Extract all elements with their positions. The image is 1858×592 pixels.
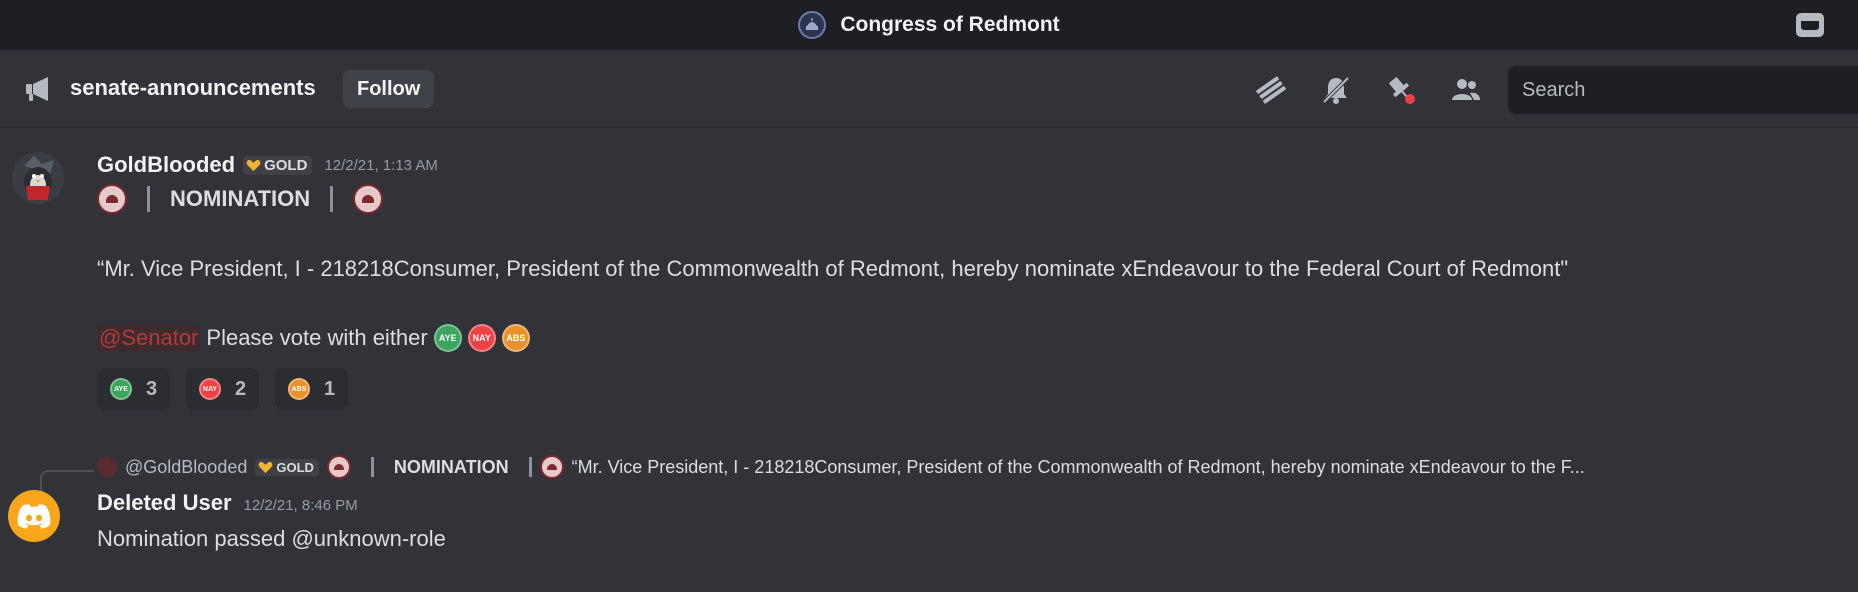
reply-snippet: “Mr. Vice President, I - 218218Consumer,… bbox=[571, 456, 1585, 477]
congress-seal-icon bbox=[326, 455, 351, 479]
heart-icon bbox=[259, 461, 273, 473]
message-text: Nomination passed @unknown-role bbox=[97, 526, 446, 551]
reaction-abs[interactable]: ABS 1 bbox=[275, 368, 349, 410]
message-deleted-user: Deleted User 12/2/21, 8:46 PM Nomination… bbox=[0, 480, 1858, 592]
congress-seal-icon bbox=[539, 455, 564, 479]
reply-avatar bbox=[97, 457, 117, 477]
reaction-count: 3 bbox=[146, 377, 158, 400]
reply-preview[interactable]: @GoldBlooded GOLD NOMINATION “Mr. Vice P… bbox=[97, 452, 1858, 482]
gold-tag[interactable]: GOLD bbox=[243, 155, 313, 175]
capitol-icon bbox=[798, 11, 827, 39]
message-goldblooded: GoldBlooded GOLD 12/2/21, 1:13 AM NOMINA… bbox=[0, 128, 1858, 428]
search-input[interactable]: Search bbox=[1508, 66, 1858, 114]
congress-seal-icon bbox=[353, 184, 384, 214]
avatar[interactable] bbox=[12, 152, 64, 204]
follow-button[interactable]: Follow bbox=[343, 70, 435, 108]
discord-logo-avatar[interactable] bbox=[8, 490, 60, 542]
divider bbox=[147, 186, 150, 212]
reply-author[interactable]: @GoldBlooded bbox=[125, 457, 247, 478]
reaction-count: 2 bbox=[235, 377, 247, 400]
tag-label: GOLD bbox=[264, 156, 308, 174]
congress-seal-icon bbox=[97, 184, 127, 214]
senator-mention[interactable]: @Senator bbox=[97, 325, 201, 351]
discord-icon bbox=[17, 504, 51, 529]
aye-badge-icon: AYE bbox=[433, 324, 462, 352]
window-titlebar: Congress of Redmont bbox=[0, 0, 1858, 50]
author-name[interactable]: GoldBlooded bbox=[97, 152, 235, 178]
announcement-megaphone-icon bbox=[26, 77, 48, 101]
channel-header: senate-announcements Follow Search bbox=[0, 50, 1858, 128]
nomination-quote: “Mr. Vice President, I - 218218Consumer,… bbox=[97, 256, 1569, 281]
timestamp[interactable]: 12/2/21, 8:46 PM bbox=[244, 497, 358, 514]
pinned-messages-icon[interactable] bbox=[1385, 74, 1417, 106]
timestamp[interactable]: 12/2/21, 1:13 AM bbox=[324, 157, 437, 174]
reply-heading: NOMINATION bbox=[393, 456, 509, 477]
penguin-avatar-icon bbox=[24, 156, 54, 200]
aye-badge-icon: AYE bbox=[110, 378, 132, 400]
abs-badge-icon: ABS bbox=[501, 324, 530, 352]
divider bbox=[330, 186, 334, 212]
reactions-row: AYE 3 NAY 2 ABS 1 bbox=[97, 368, 397, 412]
vote-instruction: Please vote with either bbox=[206, 325, 428, 350]
tag-label: GOLD bbox=[276, 459, 314, 475]
reaction-nay[interactable]: NAY 2 bbox=[186, 368, 260, 410]
reaction-aye[interactable]: AYE 3 bbox=[97, 368, 171, 410]
heart-icon bbox=[246, 159, 261, 171]
notification-muted-icon[interactable] bbox=[1320, 74, 1352, 106]
nomination-heading: NOMINATION bbox=[170, 186, 311, 211]
gold-tag: GOLD bbox=[255, 458, 319, 476]
search-placeholder: Search bbox=[1522, 78, 1586, 101]
divider bbox=[370, 457, 374, 477]
inbox-icon[interactable] bbox=[1796, 13, 1824, 37]
divider bbox=[528, 457, 532, 477]
channel-name[interactable]: senate-announcements bbox=[70, 75, 316, 101]
reaction-count: 1 bbox=[324, 377, 336, 400]
nay-badge-icon: NAY bbox=[199, 378, 221, 400]
server-title: Congress of Redmont bbox=[840, 13, 1060, 36]
abs-badge-icon: ABS bbox=[288, 378, 310, 400]
author-name[interactable]: Deleted User bbox=[97, 490, 232, 516]
nay-badge-icon: NAY bbox=[467, 324, 496, 352]
threads-icon[interactable] bbox=[1255, 74, 1287, 106]
member-list-icon[interactable] bbox=[1450, 74, 1482, 106]
